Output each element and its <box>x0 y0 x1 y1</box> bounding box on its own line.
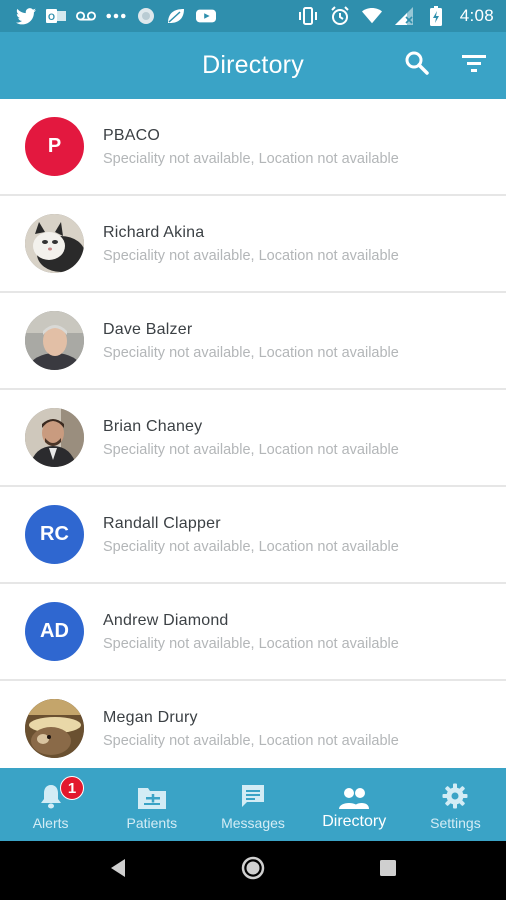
man-gray-hair-photo <box>25 311 84 370</box>
contact-subtitle: Speciality not available, Location not a… <box>103 538 399 555</box>
app-bar: Directory <box>0 32 506 99</box>
nav-alerts[interactable]: 1 Alerts <box>0 768 101 841</box>
contact-name: Randall Clapper <box>103 514 221 532</box>
contact-name: Brian Chaney <box>103 417 203 435</box>
signal-icon <box>394 7 414 25</box>
contact-name: Megan Drury <box>103 708 198 726</box>
contact-row-brian-chaney[interactable]: Brian Chaney Speciality not available, L… <box>0 390 506 487</box>
avatar: RC <box>25 505 84 564</box>
patients-icon <box>137 779 166 809</box>
contact-row-dave-balzer[interactable]: Dave Balzer Speciality not available, Lo… <box>0 293 506 390</box>
contact-row-richard-akina[interactable]: Richard Akina Speciality not available, … <box>0 196 506 293</box>
avatar <box>25 699 84 758</box>
people-icon <box>339 779 370 809</box>
contact-subtitle: Speciality not available, Location not a… <box>103 441 399 458</box>
page-title: Directory <box>202 51 304 79</box>
avatar <box>25 214 84 273</box>
nav-settings[interactable]: Settings <box>405 768 506 841</box>
contact-name: PBACO <box>103 126 161 144</box>
avatar: AD <box>25 602 84 661</box>
contact-row-pbaco[interactable]: P PBACO Speciality not available, Locati… <box>0 99 506 196</box>
nav-patients[interactable]: Patients <box>101 768 202 841</box>
status-system: 4:08 <box>298 6 494 26</box>
contact-list[interactable]: P PBACO Speciality not available, Locati… <box>0 99 506 768</box>
leaf-icon <box>166 7 186 25</box>
contact-subtitle: Speciality not available, Location not a… <box>103 635 399 652</box>
contact-row-randall-clapper[interactable]: RC Randall Clapper Speciality not availa… <box>0 487 506 584</box>
contact-subtitle: Speciality not available, Location not a… <box>103 247 399 264</box>
nav-label: Directory <box>322 812 387 830</box>
bell-icon <box>39 779 63 809</box>
status-bar: O 4:08 <box>0 0 506 32</box>
wifi-icon <box>361 7 382 25</box>
outlook-icon: O <box>46 7 66 25</box>
home-icon[interactable] <box>241 856 265 885</box>
twitter-icon <box>16 7 36 25</box>
cat-photo <box>25 214 84 273</box>
back-icon[interactable] <box>109 858 127 883</box>
search-icon <box>404 50 430 81</box>
nav-messages[interactable]: Messages <box>202 768 303 841</box>
contact-name: Dave Balzer <box>103 320 193 338</box>
contact-subtitle: Speciality not available, Location not a… <box>103 150 399 167</box>
avatar-initials: AD <box>40 620 69 642</box>
youtube-icon <box>196 7 216 25</box>
contact-row-megan-drury[interactable]: Megan Drury Speciality not available, Lo… <box>0 681 506 768</box>
avatar <box>25 311 84 370</box>
circle-app-icon <box>136 7 156 25</box>
nav-label: Messages <box>221 814 285 831</box>
contact-subtitle: Speciality not available, Location not a… <box>103 732 399 749</box>
bottom-nav: 1 Alerts Patients Messages Directory Set… <box>0 768 506 841</box>
contact-name: Richard Akina <box>103 223 205 241</box>
alarm-icon <box>330 6 350 25</box>
nav-label: Alerts <box>32 814 69 831</box>
alerts-badge: 1 <box>60 776 84 800</box>
avatar-initials: RC <box>40 523 69 545</box>
nav-directory[interactable]: Directory <box>304 768 405 841</box>
nav-label: Patients <box>126 814 178 831</box>
filter-button[interactable] <box>450 32 498 99</box>
avatar <box>25 408 84 467</box>
status-time: 4:08 <box>459 6 494 25</box>
contact-subtitle: Speciality not available, Location not a… <box>103 344 399 361</box>
contact-row-andrew-diamond[interactable]: AD Andrew Diamond Speciality not availab… <box>0 584 506 681</box>
avatar: P <box>25 117 84 176</box>
nav-label: Settings <box>430 814 481 831</box>
more-dots-icon <box>106 7 126 25</box>
contact-name: Andrew Diamond <box>103 611 229 629</box>
battery-icon <box>426 6 446 26</box>
vibrate-icon <box>298 7 318 25</box>
gear-icon <box>442 779 468 809</box>
message-icon <box>240 779 266 809</box>
voicemail-icon <box>76 7 96 25</box>
dog-photo <box>25 699 84 758</box>
man-suit-photo <box>25 408 84 467</box>
filter-icon <box>462 54 486 77</box>
search-button[interactable] <box>393 32 441 99</box>
status-notifications: O <box>16 7 216 25</box>
system-nav-bar <box>0 841 506 900</box>
avatar-initials: P <box>47 135 62 157</box>
svg-text:O: O <box>48 12 55 22</box>
recents-icon[interactable] <box>379 859 397 882</box>
